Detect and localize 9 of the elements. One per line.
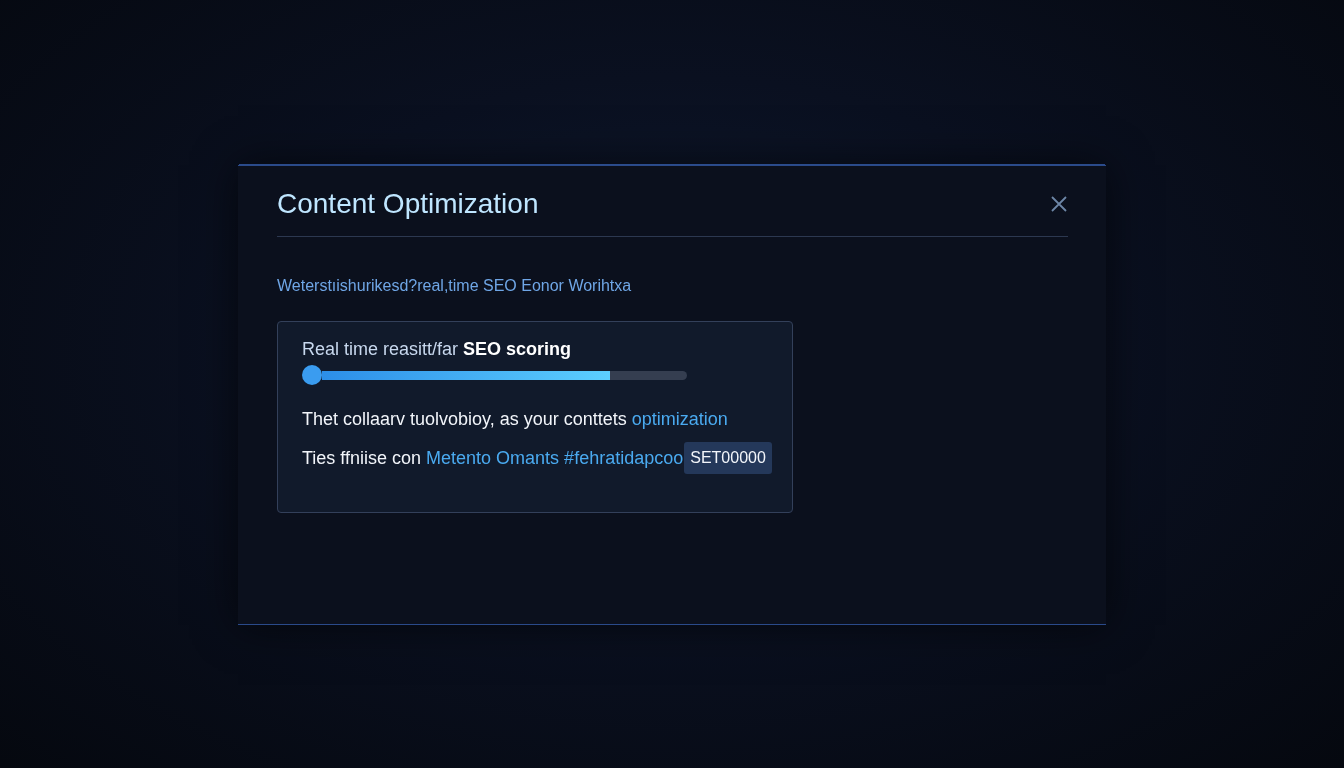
body-text: Ties ffniise con: [302, 447, 422, 469]
slider-thumb[interactable]: [302, 365, 322, 385]
link[interactable]: Metento Omants #fehratidapcoo: [426, 447, 684, 469]
dialog-title: Content Optimization: [277, 188, 539, 220]
tag-label: SET00000: [684, 442, 772, 474]
card-heading: Real time reasitt/far SEO scoring: [302, 339, 573, 360]
body-text: Thet collaarv tuolvobioy, as your conttets: [302, 409, 627, 430]
link[interactable]: optimization: [631, 409, 728, 430]
subtitle: Weterstıishurikesd?real,time SEO Eonor Worihtxa: [277, 277, 633, 295]
